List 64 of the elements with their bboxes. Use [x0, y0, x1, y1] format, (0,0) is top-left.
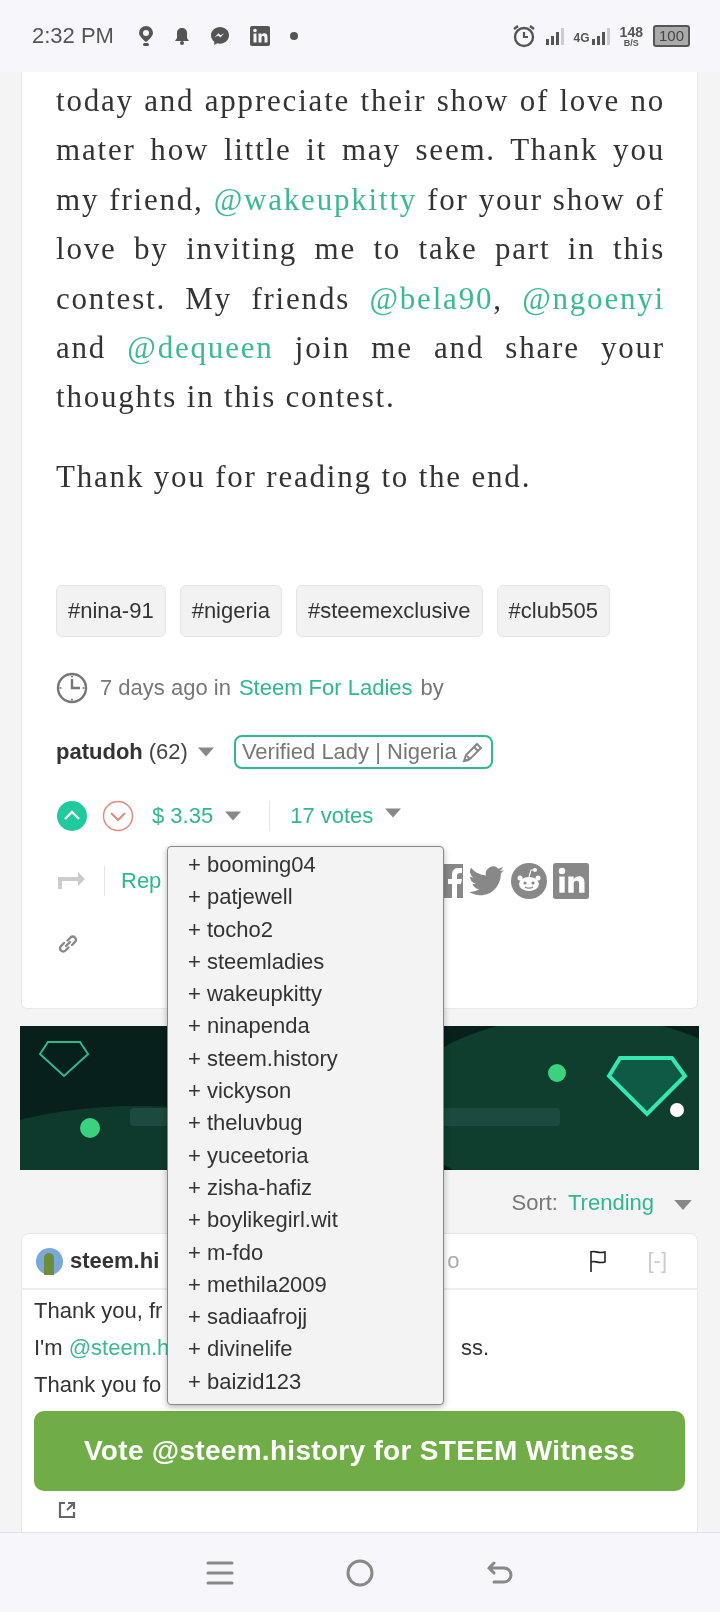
avatar-icon[interactable]: [36, 1247, 63, 1275]
clock-time: 2:32 PM: [32, 23, 114, 49]
comment-time: o: [447, 1248, 460, 1275]
location-pin-icon: [137, 26, 154, 46]
reddit-icon[interactable]: [511, 863, 548, 900]
signal-icon: [545, 27, 564, 45]
tag-chip[interactable]: #nigeria: [179, 585, 282, 638]
tag-chip[interactable]: #club505: [496, 585, 610, 638]
caret-icon[interactable]: [225, 811, 242, 822]
battery-level: 100: [652, 25, 690, 47]
comment-text: ss.: [460, 1334, 489, 1361]
voter-item[interactable]: + sadiaafrojj: [188, 1301, 308, 1334]
messenger-icon: [209, 26, 230, 46]
comment-text: I'm @steem.h: [34, 1334, 170, 1361]
speed-unit: B/S: [623, 38, 639, 48]
by-label: by: [420, 675, 444, 702]
linkedin-icon[interactable]: [553, 863, 590, 900]
comment-text: Thank you, fr: [34, 1297, 163, 1324]
speed-value: 148: [619, 24, 643, 39]
caret-icon[interactable]: [674, 1200, 692, 1211]
network-label: 4G: [573, 31, 590, 45]
bell-icon: [173, 27, 190, 45]
voter-item[interactable]: + m-fdo: [188, 1236, 264, 1269]
voter-item[interactable]: + booming04: [188, 849, 316, 882]
alarm-icon: [511, 24, 536, 48]
voter-item[interactable]: + boylikegirl.wit: [188, 1204, 338, 1237]
caret-icon[interactable]: [197, 747, 214, 758]
voter-item[interactable]: + ninapenda: [188, 1010, 310, 1043]
bird-icon[interactable]: [469, 866, 506, 897]
post-age: 7 days ago in: [100, 675, 231, 702]
signal-icon: [591, 27, 610, 45]
tag-chip[interactable]: #nina-91: [56, 585, 166, 638]
voter-item[interactable]: + steemladies: [188, 945, 325, 979]
voter-item[interactable]: + patjewell: [188, 881, 293, 914]
voter-item[interactable]: + zisha-hafiz: [188, 1171, 313, 1205]
upvote-icon[interactable]: [56, 800, 88, 833]
tag-chip[interactable]: #steemexclusive: [295, 585, 483, 638]
voter-item[interactable]: + divinelife: [188, 1333, 293, 1366]
facebook-icon[interactable]: [443, 864, 464, 899]
voter-item[interactable]: + methila2009: [188, 1268, 327, 1302]
external-link-icon[interactable]: [58, 1501, 76, 1520]
clock-icon: [56, 672, 88, 705]
comment-author[interactable]: steem.hi: [70, 1248, 160, 1275]
voter-item[interactable]: + tocho2: [188, 913, 273, 946]
reputation-score: (62): [148, 739, 188, 766]
caret-icon[interactable]: [385, 808, 402, 819]
voter-item[interactable]: + theluvbug: [188, 1107, 303, 1140]
voter-item[interactable]: + baizid123: [188, 1365, 302, 1399]
flag-icon[interactable]: [589, 1250, 608, 1273]
sort-label: Sort:: [511, 1190, 558, 1217]
post-paragraph: Thank you for reading to the end.: [56, 457, 533, 496]
voter-item[interactable]: + vickyson: [188, 1075, 292, 1108]
comment-text: Thank you fo: [34, 1371, 162, 1398]
voter-item[interactable]: + yuceetoria: [188, 1139, 309, 1172]
author-badge: Verified Lady | Nigeria: [233, 735, 493, 770]
downvote-icon[interactable]: [102, 800, 134, 833]
voter-item[interactable]: + wakeupkitty: [188, 978, 322, 1011]
linkedin-icon: [249, 26, 270, 46]
dot-icon: [289, 32, 298, 40]
home-icon[interactable]: [346, 1558, 374, 1587]
post-paragraph: today and appreciate their show of love no mater how little it may seem. Thank you my friend, @wakeupkitty for your show of love by inviting me to take part in this contest. My friends @bela90, @ngoenyi and @dequeen join me and share your thoughts in this contest.: [56, 82, 665, 417]
voter-item[interactable]: + steem.history: [188, 1042, 338, 1076]
pencil-icon: [460, 741, 485, 764]
author-name[interactable]: patudoh: [56, 739, 143, 766]
